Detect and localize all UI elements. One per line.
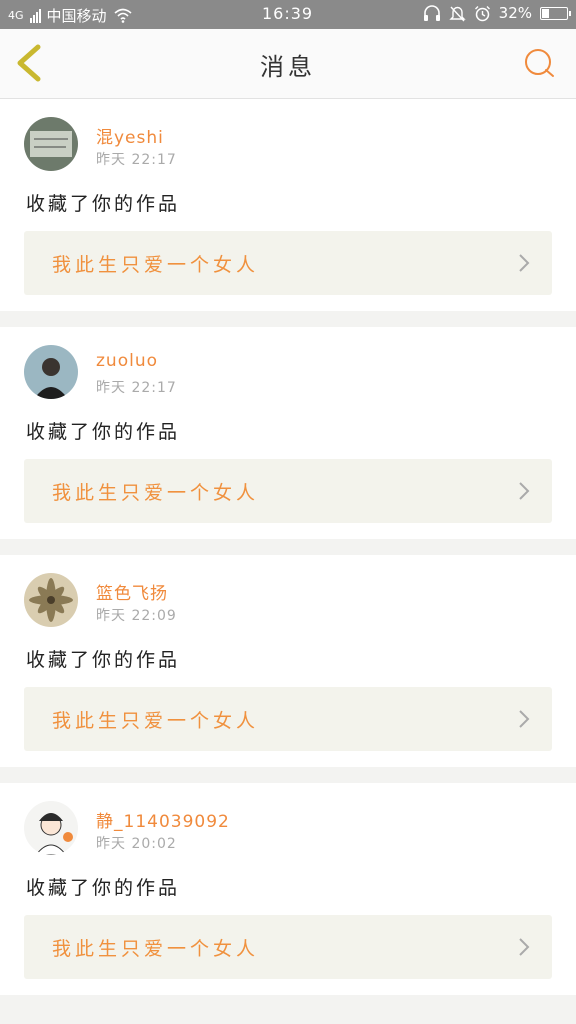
- chevron-right-icon: [519, 710, 530, 728]
- page-title: 消息: [260, 53, 316, 81]
- search-icon: [525, 49, 554, 77]
- chevron-right-icon: [519, 254, 530, 272]
- network-type-label: 4G: [8, 9, 24, 22]
- work-link[interactable]: 我此生只爱一个女人: [24, 687, 552, 751]
- work-link[interactable]: 我此生只爱一个女人: [24, 231, 552, 295]
- action-text: 收藏了你的作品: [26, 193, 181, 215]
- mute-bell-icon: [448, 6, 466, 21]
- message-item: 混yeshi 昨天 22:17 收藏了你的作品 我此生只爱一个女人: [0, 99, 576, 311]
- work-title: 我此生只爱一个女人: [52, 710, 260, 732]
- username[interactable]: 篮色飞扬: [96, 579, 168, 604]
- top-nav-bar: 消息: [0, 29, 576, 99]
- action-text: 收藏了你的作品: [26, 421, 181, 443]
- message-time: 昨天 22:17: [96, 380, 177, 396]
- username[interactable]: 混yeshi: [96, 123, 164, 148]
- username[interactable]: 静_114039092: [96, 807, 230, 832]
- headset-icon: [423, 4, 440, 21]
- status-bar: 4G 中国移动 16:39 32%: [0, 0, 576, 29]
- message-item: 篮色飞扬 昨天 22:09 收藏了你的作品 我此生只爱一个女人: [0, 555, 576, 767]
- chevron-right-icon: [519, 938, 530, 956]
- alarm-icon: [474, 5, 490, 21]
- work-link[interactable]: 我此生只爱一个女人: [24, 915, 552, 979]
- carrier-label: 中国移动: [46, 7, 107, 25]
- avatar[interactable]: [24, 801, 78, 855]
- wifi-icon: [114, 8, 132, 23]
- message-time: 昨天 22:09: [96, 608, 177, 624]
- avatar-image: [24, 801, 78, 855]
- message-item: 静_114039092 昨天 20:02 收藏了你的作品 我此生只爱一个女人: [0, 783, 576, 995]
- avatar-image: [24, 573, 78, 627]
- work-title: 我此生只爱一个女人: [52, 254, 260, 276]
- search-button[interactable]: [522, 46, 556, 80]
- avatar-image: [24, 117, 78, 171]
- work-title: 我此生只爱一个女人: [52, 938, 260, 960]
- message-time: 昨天 20:02: [96, 836, 177, 852]
- avatar-image: [24, 345, 78, 399]
- status-right: 32%: [423, 4, 571, 22]
- avatar[interactable]: [24, 345, 78, 399]
- work-title: 我此生只爱一个女人: [52, 482, 260, 504]
- battery-icon: [540, 6, 571, 20]
- message-item: zuoluo 昨天 22:17 收藏了你的作品 我此生只爱一个女人: [0, 327, 576, 539]
- work-link[interactable]: 我此生只爱一个女人: [24, 459, 552, 523]
- signal-icon: [29, 8, 41, 23]
- chevron-right-icon: [519, 482, 530, 500]
- avatar[interactable]: [24, 117, 78, 171]
- username[interactable]: zuoluo: [96, 351, 158, 371]
- battery-percent: 32%: [498, 4, 532, 22]
- avatar[interactable]: [24, 573, 78, 627]
- message-list: 混yeshi 昨天 22:17 收藏了你的作品 我此生只爱一个女人 zuoluo…: [0, 99, 576, 1011]
- battery-level-fill: [542, 8, 549, 18]
- message-time: 昨天 22:17: [96, 152, 177, 168]
- action-text: 收藏了你的作品: [26, 877, 181, 899]
- clock: 16:39: [262, 4, 314, 23]
- action-text: 收藏了你的作品: [26, 649, 181, 671]
- status-left: 4G 中国移动: [8, 5, 133, 26]
